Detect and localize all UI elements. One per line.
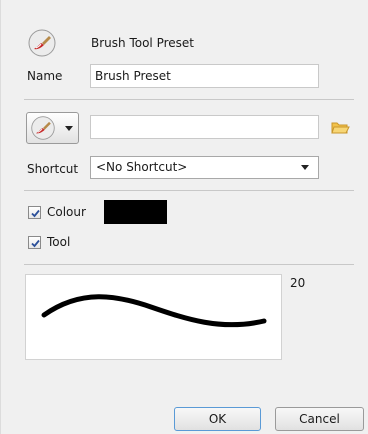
tool-checkbox[interactable] xyxy=(28,236,41,249)
divider xyxy=(24,190,354,191)
checkmark-icon xyxy=(31,209,40,218)
brush-stroke-preview-icon xyxy=(41,294,267,328)
shortcut-selected-value: <No Shortcut> xyxy=(96,160,188,174)
colour-label: Colour xyxy=(47,205,86,219)
cancel-button[interactable]: Cancel xyxy=(275,407,364,431)
chevron-down-icon xyxy=(301,165,309,170)
stroke-preview xyxy=(25,274,282,360)
brush-size-value: 20 xyxy=(290,276,306,290)
tool-label: Tool xyxy=(47,235,71,249)
ok-button[interactable]: OK xyxy=(174,407,261,431)
preset-path-field[interactable] xyxy=(90,115,319,139)
brush-tool-icon xyxy=(27,28,57,58)
tool-picker-button[interactable] xyxy=(26,112,79,144)
divider xyxy=(24,99,354,100)
brush-tool-icon xyxy=(30,115,56,141)
brush-tool-preset-dialog: Brush Tool Preset Name Shortcut <No Shor… xyxy=(0,0,368,434)
shortcut-dropdown[interactable]: <No Shortcut> xyxy=(90,156,319,179)
colour-checkbox[interactable] xyxy=(28,206,41,219)
shortcut-label: Shortcut xyxy=(27,162,79,176)
colour-swatch[interactable] xyxy=(104,200,167,224)
name-label: Name xyxy=(27,69,63,83)
small-down-arrow-icon xyxy=(65,126,73,131)
dialog-title: Brush Tool Preset xyxy=(91,36,194,50)
checkmark-icon xyxy=(31,239,40,248)
folder-icon[interactable] xyxy=(330,118,350,136)
divider xyxy=(24,264,354,265)
name-field[interactable] xyxy=(90,64,319,88)
